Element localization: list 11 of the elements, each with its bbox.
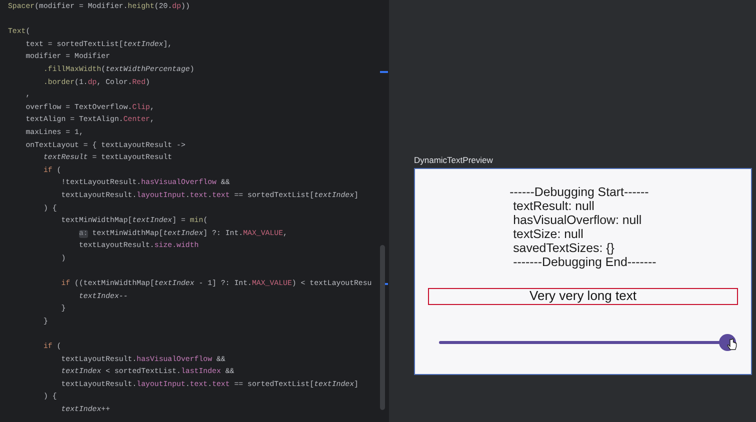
scrollbar[interactable] <box>380 245 385 410</box>
preview-title: DynamicTextPreview <box>414 155 493 167</box>
debug-line: savedTextSizes: {} <box>512 241 616 255</box>
debug-line: textSize: null <box>512 227 584 241</box>
debug-line: -------Debugging End------- <box>512 255 656 269</box>
change-marker <box>380 71 388 72</box>
debug-line: hasVisualOverflow: null <box>512 213 643 227</box>
debug-line: ------Debugging Start------ <box>510 185 650 199</box>
debug-line: textResult: null <box>512 199 596 213</box>
sample-text: Very very long text <box>428 288 738 305</box>
hand-cursor-icon <box>727 338 738 351</box>
